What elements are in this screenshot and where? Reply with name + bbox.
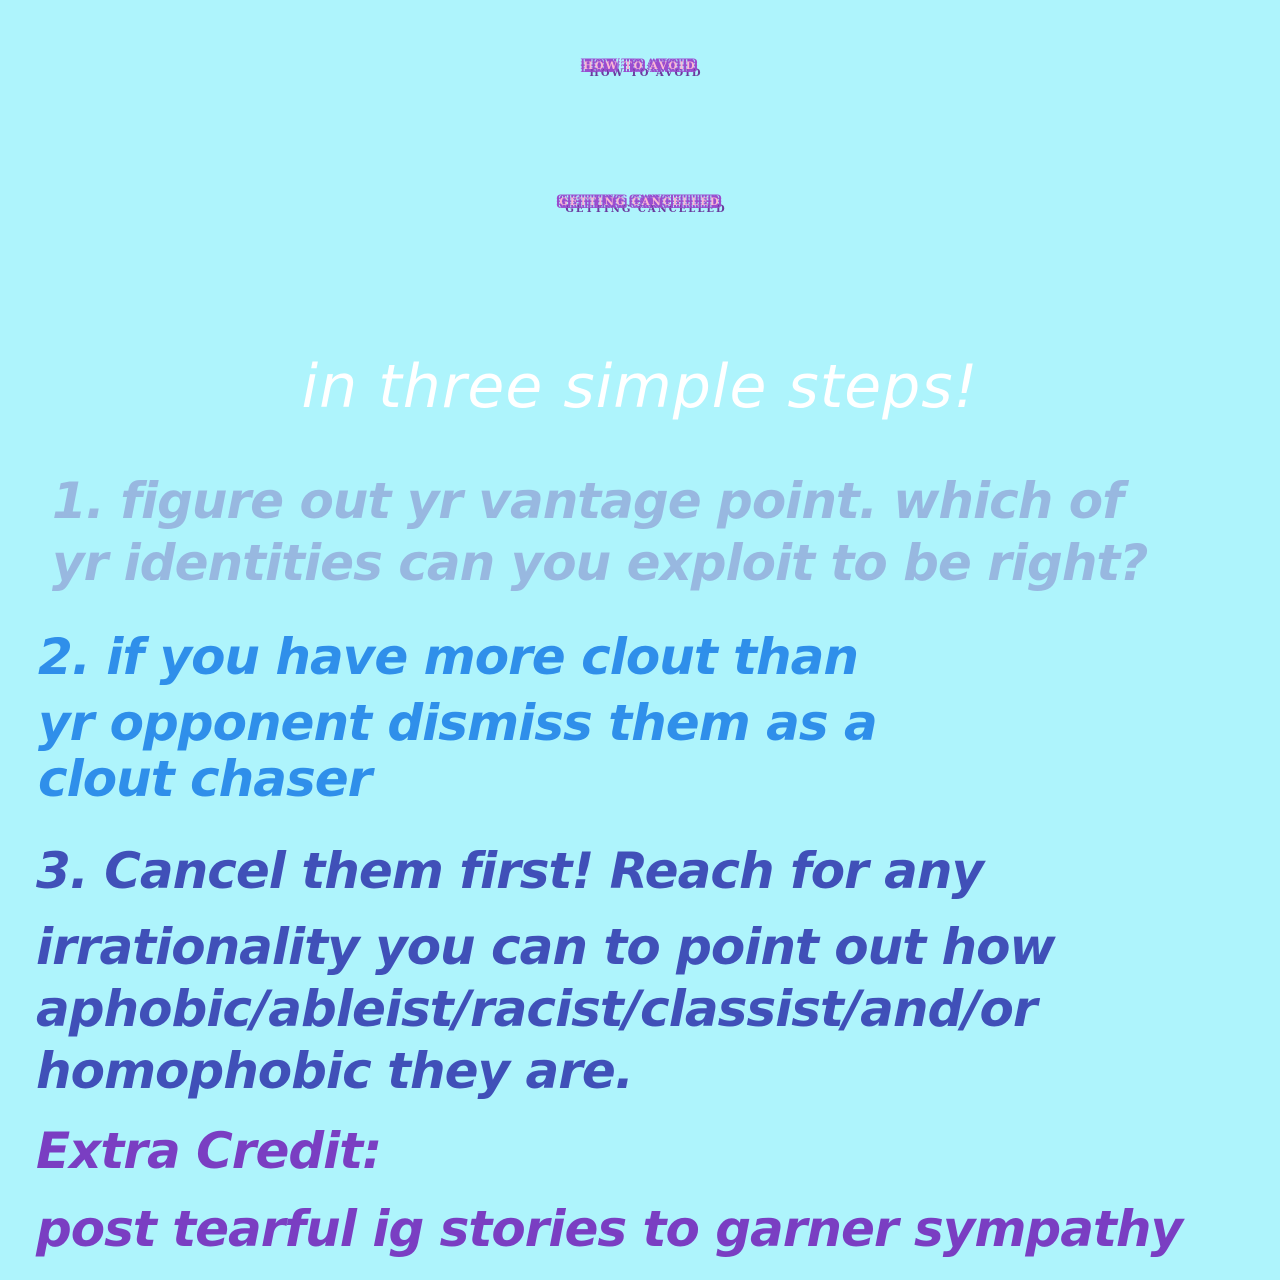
- title-line-1: How to avoid: [583, 61, 697, 72]
- step-3-line-3: aphobic/ableist/racist/classist/and/or: [36, 980, 1038, 1038]
- step-2-line-3: clout chaser: [38, 750, 372, 808]
- title-line-2: getting cancelled: [559, 197, 721, 208]
- step-3-line-1: 3. Cancel them first! Reach for any: [36, 842, 984, 900]
- step-1-line-1: 1. figure out yr vantage point. which of: [52, 472, 1124, 530]
- step-3-line-2: irrationality you can to point out how: [36, 918, 1056, 976]
- extra-credit-heading: Extra Credit:: [36, 1122, 382, 1180]
- step-3-line-4: homophobic they are.: [36, 1042, 634, 1100]
- extra-credit-text: post tearful ig stories to garner sympat…: [36, 1200, 1183, 1258]
- subtitle: in three simple steps!: [301, 352, 979, 422]
- step-2-line-1: 2. if you have more clout than: [38, 628, 859, 686]
- step-1-line-2: yr identities can you exploit to be righ…: [52, 534, 1148, 592]
- step-2-line-2: yr opponent dismiss them as a: [38, 694, 878, 752]
